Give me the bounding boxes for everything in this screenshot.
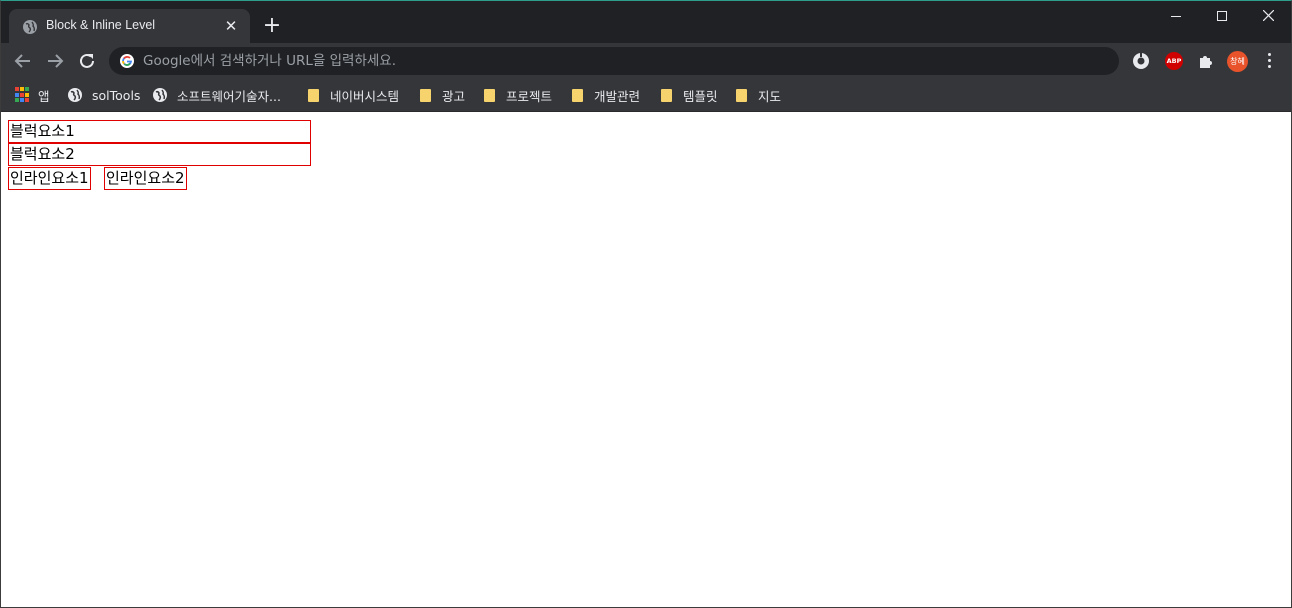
bookmark-soltools[interactable]: solTools: [67, 85, 140, 105]
window-close-icon[interactable]: [1245, 1, 1291, 31]
folder-icon: [661, 88, 672, 102]
globe-icon: [153, 88, 167, 102]
block-element-2: 블럭요소2: [8, 143, 311, 166]
folder-icon: [308, 88, 319, 102]
bookmarks-bar: 앱 solTools 소프트웨어기술자... 네이버시스템 광고 프로젝트 개발…: [1, 79, 1291, 112]
tab-strip: Block & Inline Level ✕ +: [1, 1, 1291, 44]
inline-element-1: 인라인요소1: [8, 167, 91, 190]
folder-icon: [736, 88, 747, 102]
folder-icon: [484, 88, 495, 102]
inline-element-2: 인라인요소2: [104, 167, 187, 190]
new-tab-icon[interactable]: +: [261, 15, 283, 38]
folder-icon: [420, 88, 431, 102]
bookmark-folder-project[interactable]: 프로젝트: [481, 85, 552, 105]
bookmark-folder-dev[interactable]: 개발관련: [569, 85, 640, 105]
address-input[interactable]: [143, 49, 1103, 73]
puzzle-icon[interactable]: [1197, 52, 1215, 70]
address-bar[interactable]: [109, 47, 1119, 75]
bookmark-label: solTools: [92, 87, 141, 103]
bookmark-label: 개발관련: [594, 88, 641, 104]
bookmark-label: 앱: [38, 88, 50, 104]
bookmark-apps[interactable]: 앱: [15, 85, 50, 105]
back-icon[interactable]: [12, 50, 34, 72]
globe-icon: [23, 20, 37, 34]
block-element-1: 블럭요소1: [8, 120, 311, 143]
extension-icon[interactable]: [1132, 52, 1150, 70]
more-menu-icon[interactable]: [1265, 53, 1273, 69]
folder-icon: [572, 88, 583, 102]
bookmark-label: 소프트웨어기술자...: [177, 88, 281, 104]
bookmark-folder-naver[interactable]: 네이버시스템: [305, 85, 399, 105]
bookmark-label: 지도: [758, 88, 782, 104]
bookmark-label: 템플릿: [683, 88, 718, 104]
bookmark-folder-map[interactable]: 지도: [733, 85, 781, 105]
tab-title: Block & Inline Level: [46, 18, 156, 32]
apps-icon: [15, 87, 29, 103]
adblock-icon[interactable]: ABP: [1165, 52, 1183, 70]
bookmark-label: 네이버시스템: [330, 88, 400, 104]
forward-icon[interactable]: [44, 50, 66, 72]
google-icon: [120, 54, 134, 68]
avatar[interactable]: 창혜: [1227, 51, 1248, 72]
page-content: 블럭요소1 블럭요소2 인라인요소1 인라인요소2: [1, 112, 1291, 606]
bookmark-folder-ads[interactable]: 광고: [417, 85, 465, 105]
bookmark-label: 광고: [442, 88, 466, 104]
maximize-icon[interactable]: [1199, 1, 1245, 31]
browser-toolbar: ABP 창혜: [1, 43, 1291, 79]
bookmark-label: 프로젝트: [506, 88, 553, 104]
reload-icon[interactable]: [76, 50, 98, 72]
bookmark-software-engineer[interactable]: 소프트웨어기술자...: [152, 85, 281, 105]
minimize-icon[interactable]: [1153, 1, 1199, 31]
bookmark-folder-template[interactable]: 템플릿: [658, 85, 718, 105]
tab-close-icon[interactable]: ✕: [222, 17, 240, 35]
globe-icon: [68, 88, 82, 102]
tab-active[interactable]: Block & Inline Level ✕: [9, 9, 250, 44]
